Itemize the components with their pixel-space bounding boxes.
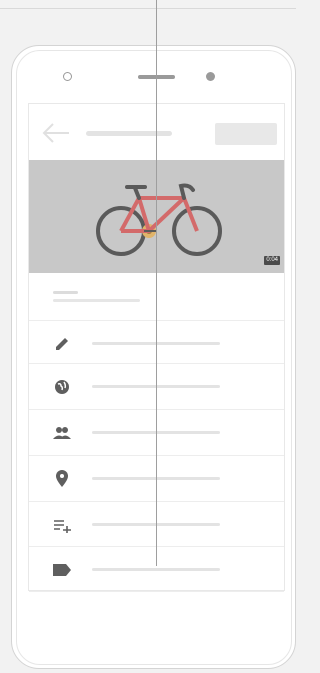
top-divider	[0, 8, 296, 9]
back-arrow-icon[interactable]	[41, 121, 71, 145]
row-placeholder	[92, 568, 220, 571]
label-tag-icon	[51, 559, 73, 581]
vertical-guide-line	[156, 0, 157, 566]
playlist-add-icon	[51, 514, 73, 536]
people-icon	[51, 422, 73, 444]
info-placeholder-long	[53, 299, 140, 302]
divider	[29, 591, 284, 592]
pencil-icon	[51, 333, 73, 355]
bicycle-illustration	[96, 183, 222, 256]
location-pin-icon	[51, 468, 73, 490]
info-placeholder-short	[53, 291, 78, 294]
action-button-placeholder[interactable]	[215, 123, 277, 145]
globe-icon	[51, 376, 73, 398]
title-placeholder	[86, 131, 172, 136]
front-camera-icon	[63, 72, 72, 81]
page: { "video": { "duration": "0:04", "thumbn…	[0, 0, 296, 673]
video-duration-badge: 0:04	[264, 256, 280, 265]
sensor-dot	[206, 72, 215, 81]
